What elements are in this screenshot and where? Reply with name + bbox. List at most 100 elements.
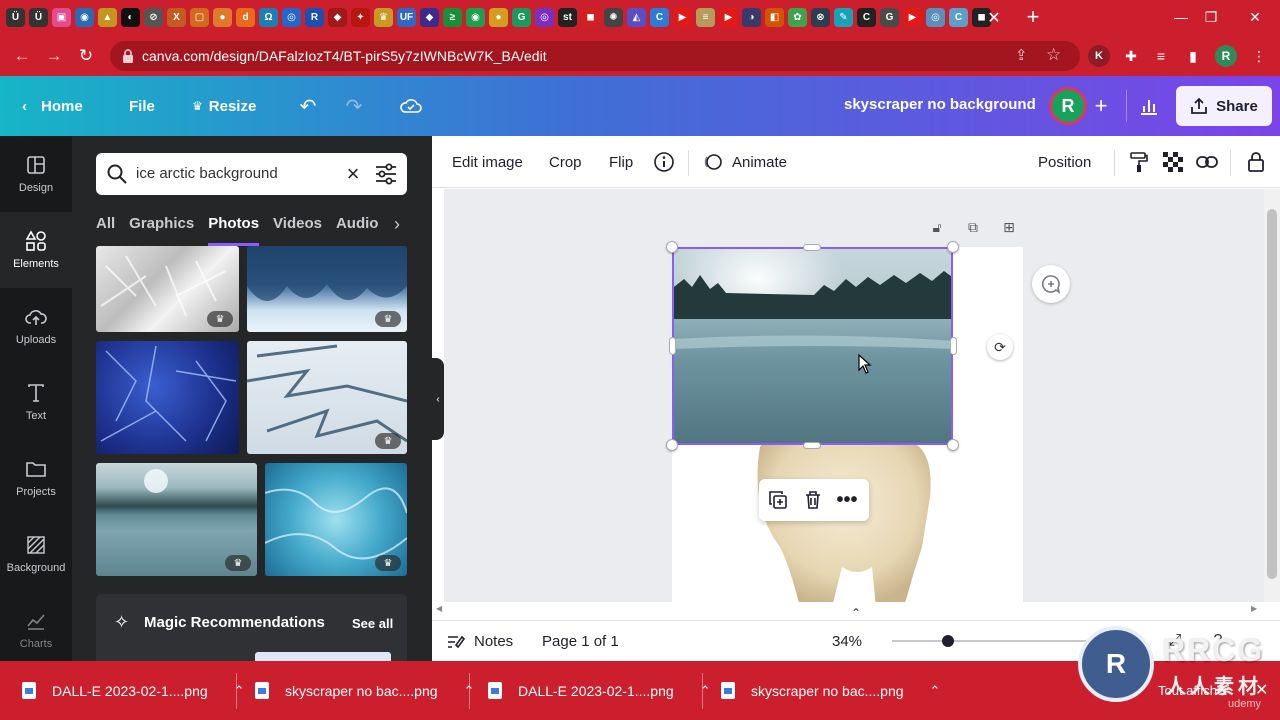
resize-handle-bottom-right[interactable]: [947, 439, 959, 451]
share-button[interactable]: Share: [1176, 86, 1272, 126]
add-page-icon[interactable]: ⊞: [999, 217, 1019, 237]
photo-thumbnail[interactable]: ♛: [265, 463, 407, 576]
scroll-right-arrow-icon[interactable]: ▶: [1251, 604, 1257, 613]
animate-button[interactable]: Animate: [702, 136, 787, 188]
tab-favicon-36[interactable]: ⊗: [811, 8, 830, 27]
resize-handle-top-right[interactable]: [947, 241, 959, 253]
photo-thumbnail[interactable]: ♛: [247, 246, 407, 332]
zoom-percentage[interactable]: 34%: [832, 621, 862, 662]
edit-image-button[interactable]: Edit image: [452, 136, 523, 188]
tab-favicon-16[interactable]: ✦: [351, 8, 370, 27]
tab-favicon-3[interactable]: ▣: [52, 8, 71, 27]
download-item-2[interactable]: skyscraper no bac....png ⌃: [255, 661, 474, 720]
delete-trash-icon[interactable]: [801, 488, 825, 512]
tab-all[interactable]: All: [96, 212, 115, 246]
redo-icon[interactable]: ↷: [342, 94, 366, 118]
user-avatar[interactable]: R: [1049, 87, 1087, 125]
file-menu-button[interactable]: File: [129, 76, 155, 136]
tab-favicon-24[interactable]: ◎: [535, 8, 554, 27]
extension-k-icon[interactable]: K: [1088, 45, 1110, 67]
crop-button[interactable]: Crop: [549, 136, 582, 188]
add-collaborator-icon[interactable]: +: [1089, 93, 1113, 118]
show-pages-chevron-icon[interactable]: ⌃: [848, 606, 864, 620]
notes-button[interactable]: Notes: [446, 621, 513, 662]
tab-favicon-27[interactable]: ✺: [604, 8, 623, 27]
recommendation-thumbnail[interactable]: [255, 652, 391, 661]
filter-sliders-icon[interactable]: [374, 163, 398, 185]
rotate-handle-icon[interactable]: ⟳: [987, 334, 1013, 360]
search-input[interactable]: ice arctic background: [136, 165, 278, 182]
rail-background[interactable]: Background: [0, 516, 72, 592]
rail-design[interactable]: Design: [0, 136, 72, 212]
rail-projects[interactable]: Projects: [0, 440, 72, 516]
zoom-slider[interactable]: [892, 640, 1092, 642]
tab-favicon-2[interactable]: Ü: [29, 8, 48, 27]
rail-charts[interactable]: Charts: [0, 592, 72, 668]
tab-favicon-15[interactable]: ◆: [328, 8, 347, 27]
rail-uploads[interactable]: Uploads: [0, 288, 72, 364]
canvas-vertical-scrollbar[interactable]: [1264, 189, 1280, 602]
document-title[interactable]: skyscraper no background: [844, 96, 1036, 113]
extensions-puzzle-icon[interactable]: ✚: [1120, 45, 1142, 67]
tab-favicon-28[interactable]: ◭: [627, 8, 646, 27]
side-panel-icon[interactable]: ▮: [1182, 45, 1204, 67]
download-item-4[interactable]: skyscraper no bac....png ⌃: [721, 661, 940, 720]
selected-snow-image[interactable]: [672, 247, 953, 445]
tab-favicon-32[interactable]: ▶: [719, 8, 738, 27]
tab-favicon-13[interactable]: ◎: [282, 8, 301, 27]
link-icon[interactable]: [1195, 150, 1219, 174]
resize-handle-bottom-left[interactable]: [666, 439, 678, 451]
zoom-slider-thumb[interactable]: [942, 635, 954, 647]
page-lock-icon[interactable]: 🔓︎: [927, 217, 947, 237]
duplicate-page-icon[interactable]: ⧉: [963, 217, 983, 237]
rail-elements[interactable]: Elements: [0, 212, 72, 288]
tab-favicon-9[interactable]: ▢: [190, 8, 209, 27]
tab-close-icon[interactable]: ✕: [984, 8, 1004, 28]
back-icon[interactable]: ←: [10, 44, 34, 68]
download-item-3[interactable]: DALL-E 2023-02-1....png ⌃: [488, 661, 711, 720]
search-box[interactable]: ice arctic background ×: [96, 153, 407, 195]
resize-handle-bottom[interactable]: [803, 442, 821, 449]
transparency-icon[interactable]: [1161, 150, 1185, 174]
tab-favicon-38[interactable]: C: [857, 8, 876, 27]
tab-favicon-17[interactable]: ♛: [374, 8, 393, 27]
resize-handle-top[interactable]: [803, 244, 821, 251]
tab-favicon-34[interactable]: ◧: [765, 8, 784, 27]
new-tab-button[interactable]: +: [1022, 4, 1044, 29]
tabs-scroll-right-icon[interactable]: ›: [394, 214, 400, 235]
tab-favicon-7[interactable]: ⊘: [144, 8, 163, 27]
photo-thumbnail[interactable]: ♛: [96, 246, 239, 332]
browser-profile-avatar[interactable]: R: [1215, 45, 1237, 67]
paint-roller-icon[interactable]: [1127, 150, 1151, 174]
position-button[interactable]: Position: [1038, 136, 1091, 188]
cloud-saved-icon[interactable]: [399, 94, 423, 118]
photo-thumbnail[interactable]: [96, 341, 239, 454]
insights-chart-icon[interactable]: [1137, 94, 1161, 118]
resize-handle-top-left[interactable]: [666, 241, 678, 253]
tab-favicon-5[interactable]: ▲: [98, 8, 117, 27]
rail-text[interactable]: Text: [0, 364, 72, 440]
scroll-left-arrow-icon[interactable]: ◀: [436, 604, 442, 613]
media-queue-icon[interactable]: ≡: [1150, 45, 1172, 67]
tab-favicon-42[interactable]: C: [949, 8, 968, 27]
tab-favicon-22[interactable]: ●: [489, 8, 508, 27]
minimize-icon[interactable]: —: [1166, 6, 1196, 28]
tab-favicon-8[interactable]: X: [167, 8, 186, 27]
flip-button[interactable]: Flip: [609, 136, 633, 188]
share-page-icon[interactable]: ⇪: [1015, 46, 1028, 64]
add-comment-icon[interactable]: [1032, 265, 1070, 303]
duplicate-icon[interactable]: [766, 488, 790, 512]
restore-icon[interactable]: ❐: [1196, 6, 1226, 28]
home-button[interactable]: ‹ Home: [22, 76, 83, 136]
tab-favicon-26[interactable]: ◼: [581, 8, 600, 27]
clear-search-icon[interactable]: ×: [341, 161, 365, 187]
forward-icon[interactable]: →: [42, 44, 66, 68]
address-bar[interactable]: canva.com/design/DAFalzIozT4/BT-pirS5y7z…: [110, 41, 1080, 71]
tab-videos[interactable]: Videos: [273, 212, 322, 246]
tab-favicon-21[interactable]: ◉: [466, 8, 485, 27]
tab-favicon-12[interactable]: Ω: [259, 8, 278, 27]
tab-favicon-14[interactable]: R: [305, 8, 324, 27]
tab-favicon-39[interactable]: G: [880, 8, 899, 27]
info-icon[interactable]: [652, 150, 676, 174]
tab-favicon-23[interactable]: G: [512, 8, 531, 27]
